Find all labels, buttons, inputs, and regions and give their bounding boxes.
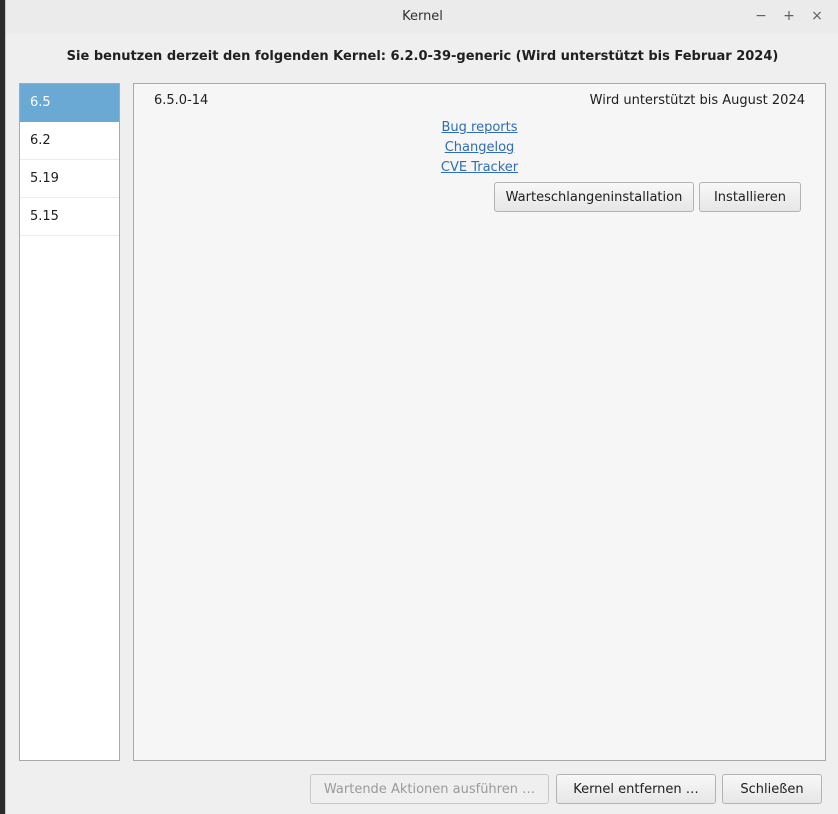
cve-tracker-link[interactable]: CVE Tracker <box>441 158 518 178</box>
window-title: Kernel <box>402 9 443 24</box>
kernel-detail-panel: 6.5.0-14 Wird unterstützt bis August 202… <box>133 83 826 761</box>
current-kernel-info: Sie benutzen derzeit den folgenden Kerne… <box>66 49 779 64</box>
sidebar-item-6-2[interactable]: 6.2 <box>20 122 119 160</box>
run-pending-actions-button[interactable]: Wartende Aktionen ausführen … <box>310 774 549 804</box>
kernel-series-list: 6.5 6.2 5.19 5.15 <box>19 83 120 761</box>
maximize-icon[interactable]: + <box>780 7 798 25</box>
sidebar-item-5-19[interactable]: 5.19 <box>20 160 119 198</box>
title-bar[interactable]: Kernel − + × <box>6 0 838 34</box>
remove-kernel-button[interactable]: Kernel entfernen … <box>556 774 716 804</box>
close-button[interactable]: Schließen <box>722 774 822 804</box>
install-button[interactable]: Installieren <box>699 182 801 212</box>
kernel-window: Kernel − + × Sie benutzen derzeit den fo… <box>5 0 838 814</box>
sidebar-item-5-15[interactable]: 5.15 <box>20 198 119 236</box>
sidebar-item-6-5[interactable]: 6.5 <box>20 84 119 122</box>
kernel-version: 6.5.0-14 <box>154 93 209 108</box>
kernel-links: Bug reports Changelog CVE Tracker <box>134 118 825 178</box>
support-status: Wird unterstützt bis August 2024 <box>589 93 805 108</box>
close-icon[interactable]: × <box>808 7 826 25</box>
bug-reports-link[interactable]: Bug reports <box>441 118 517 138</box>
changelog-link[interactable]: Changelog <box>445 138 515 158</box>
minimize-icon[interactable]: − <box>752 7 770 25</box>
queue-install-button[interactable]: Warteschlangeninstallation <box>494 182 694 212</box>
